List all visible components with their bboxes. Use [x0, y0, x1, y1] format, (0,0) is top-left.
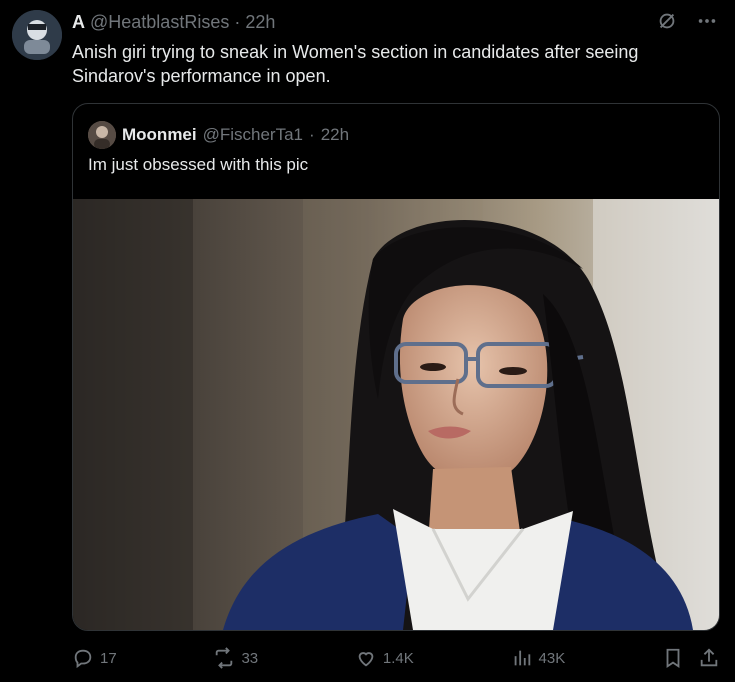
reply-count: 17 [100, 649, 117, 667]
quote-handle[interactable]: @FischerTa1 [203, 125, 303, 145]
repost-count: 33 [241, 649, 259, 667]
quoted-post[interactable]: Moonmei @FischerTa1 · 22h Im just obsess… [72, 103, 720, 631]
avatar[interactable] [12, 10, 62, 60]
quote-text: Im just obsessed with this pic [88, 155, 309, 174]
end-actions [662, 647, 720, 669]
grok-icon[interactable] [655, 9, 679, 33]
top-icons [655, 9, 719, 33]
views-button[interactable]: 43K [511, 647, 566, 669]
share-icon [700, 648, 718, 667]
share-button[interactable] [698, 647, 720, 669]
quote-time-separator: · [309, 125, 315, 144]
post-text: Anish giri trying to sneak in Women's se… [72, 42, 639, 86]
author-handle[interactable]: @HeatblastRises [90, 11, 229, 33]
repost-icon [216, 647, 233, 669]
quote-author-name[interactable]: Moonmei [122, 125, 197, 145]
quote-image[interactable] [73, 199, 719, 630]
reply-button[interactable]: 17 [72, 647, 117, 669]
more-icon[interactable] [695, 9, 719, 33]
quote-avatar [88, 121, 116, 149]
like-icon [358, 652, 374, 667]
post-header: A @HeatblastRises · 22h [72, 11, 275, 33]
like-count: 1.4K [382, 649, 414, 667]
post-time[interactable]: 22h [245, 11, 275, 33]
bookmark-button[interactable] [662, 647, 684, 669]
post: A @HeatblastRises · 22h Anish giri tryin… [0, 0, 735, 682]
bookmark-icon [666, 648, 680, 668]
time-separator: · [234, 12, 241, 32]
author-name[interactable]: A [72, 11, 85, 33]
action-bar: 17 33 1.4K 43K [72, 642, 720, 674]
like-button[interactable]: 1.4K [355, 647, 414, 669]
reply-icon [74, 649, 92, 669]
views-count: 43K [538, 649, 566, 667]
repost-button[interactable]: 33 [213, 647, 258, 669]
quote-header: Moonmei @FischerTa1 · 22h [88, 121, 349, 149]
views-icon [514, 650, 530, 666]
quote-time[interactable]: 22h [321, 125, 349, 145]
